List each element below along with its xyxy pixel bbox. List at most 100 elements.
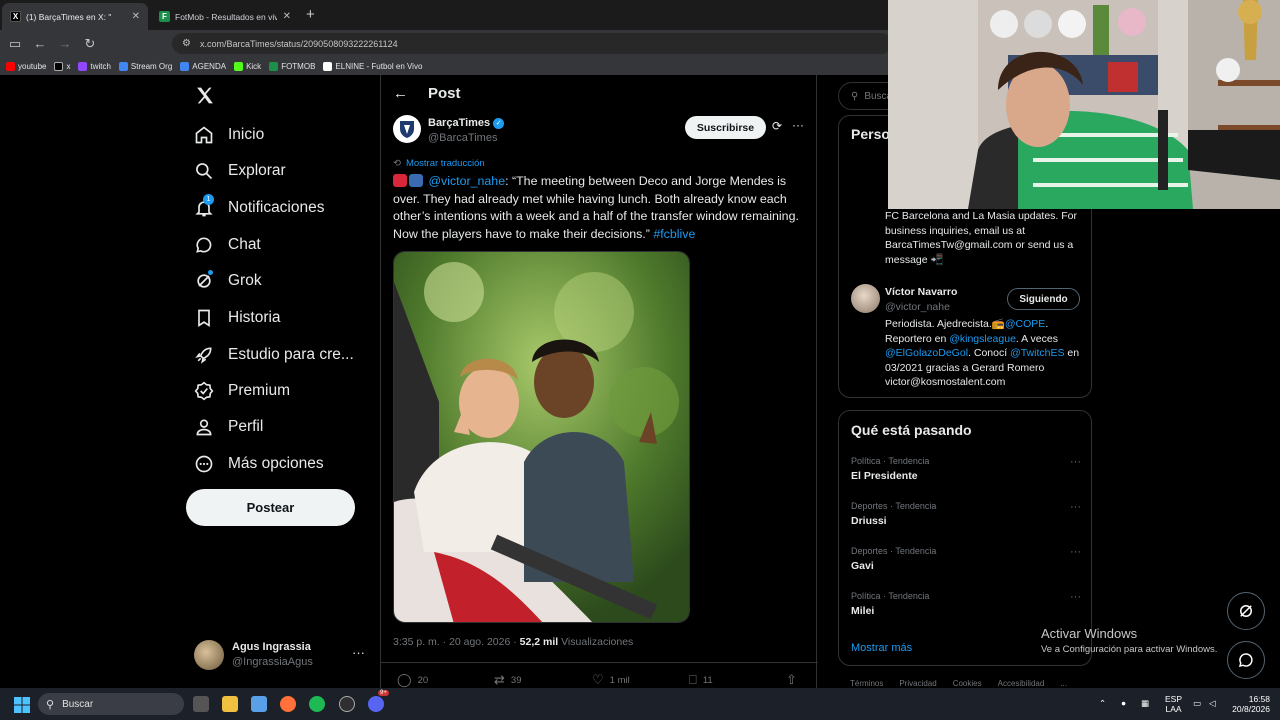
trend-name: El Presidente bbox=[851, 470, 918, 482]
keyboard-icon[interactable]: ▦ bbox=[1141, 698, 1149, 708]
bookmark-youtube[interactable]: youtube bbox=[6, 61, 46, 71]
tab-barcatimes[interactable]: X (1) BarçaTimes en X: " ✕ bbox=[2, 3, 148, 30]
bookmark-twitch[interactable]: twitch bbox=[78, 61, 111, 71]
x-logo-icon[interactable] bbox=[194, 85, 216, 112]
notepad-icon[interactable] bbox=[251, 696, 267, 712]
nav-item-historia[interactable]: Historia bbox=[194, 303, 281, 333]
grok-fab-button[interactable] bbox=[1227, 592, 1265, 630]
footer-link[interactable]: Términos bbox=[850, 679, 883, 688]
close-tab-icon[interactable]: ✕ bbox=[277, 11, 291, 22]
back-arrow-icon[interactable]: ← bbox=[393, 85, 408, 102]
back-arrow-icon[interactable]: ← bbox=[30, 34, 50, 54]
nav-item-perfil[interactable]: Perfil bbox=[194, 412, 263, 442]
kick-icon bbox=[234, 61, 244, 71]
more-icon[interactable]: ··· bbox=[352, 645, 365, 660]
address-bar[interactable]: ⚙ x.com/BarcaTimes/status/20905080932222… bbox=[172, 33, 892, 54]
subscribe-button[interactable]: Suscribirse bbox=[685, 116, 766, 139]
nav-item-estudio[interactable]: Estudio para cre... bbox=[194, 340, 354, 370]
post-timestamp[interactable]: 3:35 p. m. · 20 ago. 2026 · bbox=[393, 636, 520, 648]
clock[interactable]: 16:58 20/8/2026 bbox=[1228, 694, 1270, 714]
more-icon[interactable]: ··· bbox=[792, 118, 804, 132]
trend-item[interactable]: Política · Tendencia Milei ··· bbox=[851, 591, 1081, 629]
nav-item-chat[interactable]: Chat bbox=[194, 230, 261, 260]
like-button[interactable]: ♡ 1 mil bbox=[592, 672, 630, 688]
mention-link[interactable]: @ElGolazoDeGol bbox=[885, 347, 968, 359]
nav-item-mas-opciones[interactable]: Más opciones bbox=[194, 449, 324, 479]
firefox-icon[interactable] bbox=[280, 696, 296, 712]
bio-text: Periodista. Ajedrecista.📻 bbox=[885, 318, 1005, 330]
following-button[interactable]: Siguiendo bbox=[1007, 288, 1080, 310]
trend-item[interactable]: Política · Tendencia El Presidente ··· bbox=[851, 456, 1081, 494]
author-name[interactable]: BarçaTimes ✓ bbox=[428, 117, 505, 129]
sidebar-toggle-icon[interactable]: ▭ bbox=[5, 34, 25, 54]
forward-arrow-icon[interactable]: → bbox=[55, 34, 75, 54]
nav-item-grok[interactable]: Grok bbox=[194, 266, 262, 296]
bookmark-agenda[interactable]: AGENDA bbox=[180, 61, 226, 71]
repost-button[interactable]: ⇄ 39 bbox=[494, 672, 521, 688]
show-more-link[interactable]: Mostrar más bbox=[851, 642, 912, 654]
bookmark-kick[interactable]: Kick bbox=[234, 61, 261, 71]
tray-chevron-icon[interactable]: ⌃ bbox=[1099, 698, 1106, 708]
file-explorer-icon[interactable] bbox=[222, 696, 238, 712]
search-icon: ⚲ bbox=[46, 698, 55, 711]
footer-link[interactable]: Privacidad bbox=[899, 679, 936, 688]
show-translation-link[interactable]: ⟲ Mostrar traducción bbox=[393, 158, 485, 169]
windows-start-icon[interactable] bbox=[13, 696, 30, 713]
bookmark-x[interactable]: x bbox=[54, 61, 70, 71]
nav-item-premium[interactable]: Premium bbox=[194, 376, 290, 406]
avatar[interactable] bbox=[851, 284, 880, 313]
victor-name[interactable]: Víctor Navarro bbox=[885, 286, 957, 298]
post-button[interactable]: Postear bbox=[186, 489, 355, 526]
task-view-icon[interactable] bbox=[193, 696, 209, 712]
site-info-icon[interactable]: ⚙ bbox=[182, 38, 191, 49]
close-tab-icon[interactable]: ✕ bbox=[126, 11, 140, 22]
reply-button[interactable]: ◯ 20 bbox=[397, 672, 428, 688]
bio-text: . A veces bbox=[1015, 332, 1058, 345]
bookmark-stream-org[interactable]: Stream Org bbox=[118, 61, 172, 71]
mention-link[interactable]: @kingsleague bbox=[949, 333, 1016, 345]
reload-icon[interactable]: ↻ bbox=[80, 34, 100, 54]
obs-icon[interactable] bbox=[339, 696, 355, 712]
tab-fotmob[interactable]: F FotMob - Resultados en vivo de ✕ bbox=[151, 3, 299, 30]
footer-link[interactable]: ... bbox=[1060, 679, 1067, 688]
footer-link[interactable]: Cookies bbox=[953, 679, 982, 688]
mention-link[interactable]: @victor_nahe bbox=[428, 174, 505, 188]
new-tab-button[interactable]: + bbox=[306, 7, 315, 23]
victor-handle[interactable]: @victor_nahe bbox=[885, 301, 950, 313]
network-icon[interactable]: ▭ bbox=[1193, 698, 1201, 708]
more-icon[interactable]: ··· bbox=[1070, 501, 1081, 513]
mention-link[interactable]: @COPE bbox=[1005, 318, 1045, 330]
barcatimes-avatar[interactable] bbox=[393, 115, 421, 143]
spotify-icon[interactable] bbox=[309, 696, 325, 712]
nav-item-inicio[interactable]: Inicio bbox=[194, 120, 264, 150]
fotmob-icon bbox=[269, 61, 279, 71]
trend-item[interactable]: Deportes · Tendencia Gavi ··· bbox=[851, 546, 1081, 584]
author-handle[interactable]: @BarcaTimes bbox=[428, 132, 497, 144]
bookmark-fotmob[interactable]: FOTMOB bbox=[269, 61, 315, 71]
volume-icon[interactable]: ◁ bbox=[1209, 698, 1216, 708]
footer-link[interactable]: Accesibilidad bbox=[998, 679, 1045, 688]
language-indicator[interactable]: ESP LAA bbox=[1165, 694, 1182, 714]
post-image[interactable] bbox=[393, 251, 690, 623]
nav-item-notificaciones[interactable]: 1 Notificaciones bbox=[194, 193, 325, 223]
bookmark-elnine[interactable]: ELNINE - Futbol en Vivo bbox=[323, 61, 422, 71]
bookmark-button[interactable]: ⎕ 11 bbox=[689, 672, 713, 688]
watermark-subtitle: Ve a Configuración para activar Windows. bbox=[1041, 644, 1218, 655]
microphone-icon[interactable]: ● bbox=[1121, 698, 1126, 708]
more-icon[interactable]: ··· bbox=[1070, 546, 1081, 558]
messages-fab-button[interactable] bbox=[1227, 641, 1265, 679]
nav-item-explorar[interactable]: Explorar bbox=[194, 156, 286, 186]
trend-item[interactable]: Deportes · Tendencia Driussi ··· bbox=[851, 501, 1081, 539]
account-switcher[interactable]: Agus Ingrassia @IngrassiaAgus ··· bbox=[194, 639, 374, 673]
discord-icon[interactable]: 9+ bbox=[368, 690, 389, 712]
chat-bubble-icon bbox=[194, 235, 214, 255]
views-label: Visualizaciones bbox=[558, 636, 634, 648]
share-button[interactable]: ⇧ bbox=[786, 672, 803, 688]
notification-badge: 1 bbox=[203, 194, 214, 205]
taskbar-search[interactable]: ⚲ Buscar bbox=[38, 693, 184, 715]
hashtag-link[interactable]: #fcblive bbox=[653, 227, 695, 241]
more-icon[interactable]: ··· bbox=[1070, 456, 1081, 468]
mention-link[interactable]: @TwitchES bbox=[1010, 347, 1064, 359]
grok-explain-icon[interactable]: ⟳ bbox=[772, 119, 782, 133]
more-icon[interactable]: ··· bbox=[1070, 591, 1081, 603]
